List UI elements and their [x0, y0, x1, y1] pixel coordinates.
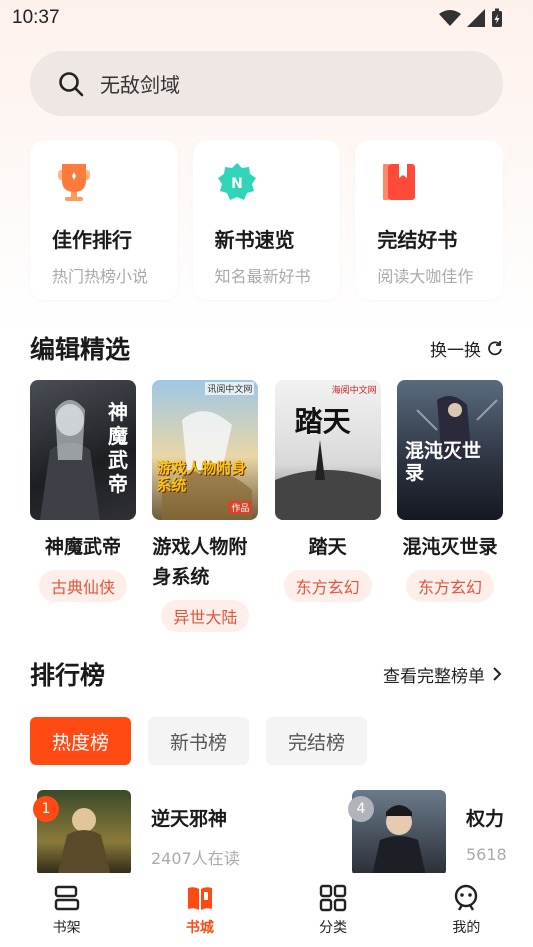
tab-hot[interactable]: 热度榜: [30, 717, 132, 765]
book-cover: 讯阅中文网 游戏人物附身系统 作品: [152, 380, 259, 520]
bottom-nav: 书架 书城 分类 我的: [0, 873, 533, 947]
editor-picks-title: 编辑精选: [30, 335, 131, 364]
cover-title: 游戏人物附身系统: [156, 459, 247, 494]
battery-icon: [492, 8, 502, 27]
search-bar[interactable]: 无敌剑域: [30, 51, 503, 116]
rank-title: 权力: [466, 808, 505, 830]
book-tag: 古典仙侠: [38, 570, 127, 602]
view-full-ranking-label: 查看完整榜单: [383, 666, 485, 687]
entry-subtitle: 知名最新好书: [214, 267, 311, 286]
rank-info: 逆天邪神 2407人在读: [151, 790, 240, 876]
cover-art: [162, 411, 253, 520]
tab-finished[interactable]: 完结榜: [266, 717, 368, 765]
category-icon: [319, 884, 347, 912]
editor-picks-list: 神魔武帝 神魔武帝 古典仙侠 讯阅中文网 游戏人物附身系统 作品 游戏人物附身系…: [30, 380, 503, 632]
book-card[interactable]: 神魔武帝 神魔武帝 古典仙侠: [30, 380, 136, 632]
entry-hot-ranking[interactable]: 佳作排行 热门热榜小说: [30, 140, 178, 300]
nav-label: 书架: [52, 920, 81, 936]
rank-badge: 1: [33, 796, 59, 822]
profile-icon: [455, 884, 478, 911]
entry-finished-books[interactable]: 完结好书 阅读大咖佳作: [355, 140, 504, 300]
book-cover: 神魔武帝: [30, 380, 136, 520]
book-card[interactable]: 讯阅中文网 游戏人物附身系统 作品 游戏人物附身系统 异世大陆: [152, 380, 259, 632]
book-tag: 东方玄幻: [283, 570, 372, 602]
book-cover: 海阅中文网 踏天: [274, 380, 381, 520]
signal-icon: [467, 9, 485, 27]
status-bar: 10:37: [0, 0, 533, 36]
rank-info: 权力 5618: [466, 790, 507, 876]
book-card[interactable]: 海阅中文网 踏天 踏天 东方玄幻: [274, 380, 381, 632]
svg-text:N: N: [231, 176, 243, 192]
nav-label: 书城: [185, 920, 214, 936]
entry-subtitle: 阅读大咖佳作: [377, 267, 474, 286]
book-tag: 东方玄幻: [405, 570, 494, 602]
wifi-icon: [439, 10, 461, 26]
cover-title: 踏天: [294, 405, 351, 438]
nav-label: 我的: [452, 920, 481, 936]
book-name: 游戏人物附身系统: [152, 536, 248, 588]
status-time: 10:37: [12, 7, 60, 28]
rank-title: 逆天邪神: [151, 808, 228, 830]
list-item[interactable]: 4 权力 5618: [345, 790, 507, 876]
nav-bookshelf[interactable]: 书架: [27, 883, 107, 937]
entry-title: 完结好书: [377, 228, 458, 252]
book-name: 神魔武帝: [44, 536, 121, 558]
view-full-ranking-button[interactable]: 查看完整榜单: [383, 662, 503, 687]
entry-new-books[interactable]: N 新书速览 知名最新好书: [192, 140, 341, 300]
book-icon: [383, 164, 416, 200]
cover-publisher: 海阅中文网: [331, 386, 377, 396]
chevron-right-icon: [493, 667, 502, 681]
bookstore-icon: [187, 887, 212, 910]
new-badge-icon: N: [217, 163, 256, 200]
nav-bookstore[interactable]: 书城: [160, 883, 240, 937]
entry-subtitle: 热门热榜小说: [52, 267, 149, 286]
search-icon: [59, 71, 84, 96]
search-text: 无敌剑域: [100, 73, 180, 97]
book-tag: 异世大陆: [161, 600, 250, 632]
editor-picks-header: 编辑精选 换一换: [30, 330, 503, 366]
rank-badge: 4: [348, 796, 374, 822]
list-item[interactable]: 1 逆天邪神 2407人在读: [30, 790, 240, 876]
rank-reads: 2407人在读: [151, 849, 240, 868]
book-card[interactable]: 混沌灭世录 混沌灭世录 东方玄幻: [396, 380, 503, 632]
entry-cards: 佳作排行 热门热榜小说 N 新书速览 知名最新好书 完结好书 阅读大咖佳作: [30, 140, 504, 300]
ranking-tabs: 热度榜 新书榜 完结榜: [30, 717, 368, 765]
book-name: 混沌灭世录: [402, 536, 498, 558]
tab-new[interactable]: 新书榜: [148, 717, 250, 765]
cover-title: 神魔武帝: [108, 400, 128, 496]
nav-profile[interactable]: 我的: [426, 883, 506, 937]
bookshelf-icon: [54, 885, 79, 911]
entry-title: 新书速览: [214, 228, 295, 252]
ranking-title: 排行榜: [30, 661, 106, 690]
entry-title: 佳作排行: [52, 228, 132, 252]
status-icons: [439, 8, 503, 28]
nav-label: 分类: [319, 920, 348, 936]
book-cover: 混沌灭世录: [396, 380, 503, 520]
ranking-header: 排行榜 查看完整榜单: [30, 656, 503, 692]
ranking-list: 1 逆天邪神 2407人在读 4 权力 5618: [30, 790, 533, 876]
book-name: 踏天: [308, 536, 347, 558]
refresh-label: 换一换: [430, 340, 481, 361]
cover-author: 作品: [228, 501, 253, 514]
cover-title: 混沌灭世录: [404, 440, 481, 484]
nav-category[interactable]: 分类: [293, 883, 373, 937]
rank-reads: 5618: [466, 845, 507, 864]
trophy-icon: [58, 164, 90, 201]
cover-publisher: 讯阅中文网: [205, 382, 255, 395]
refresh-button[interactable]: 换一换: [430, 336, 503, 361]
refresh-icon: [488, 341, 502, 356]
